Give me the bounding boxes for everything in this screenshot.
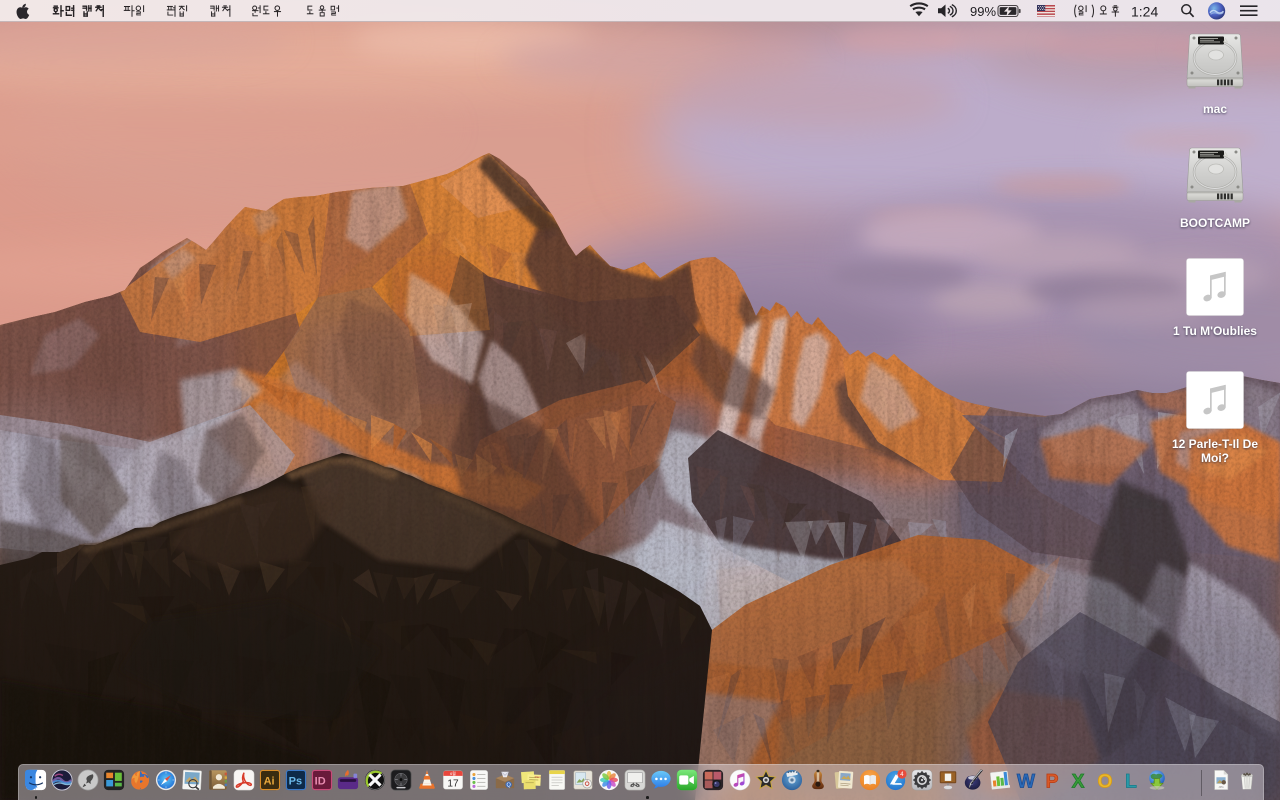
svg-text:99%: 99%: [970, 4, 996, 19]
svg-text:ID: ID: [315, 775, 326, 787]
svg-text:17: 17: [447, 778, 459, 789]
svg-text:6월: 6월: [450, 771, 456, 776]
svg-text:Ps: Ps: [289, 775, 302, 787]
svg-text:JPG: JPG: [1218, 785, 1223, 789]
svg-text:L: L: [1125, 771, 1137, 791]
svg-text:Ai: Ai: [264, 775, 275, 787]
svg-text:Q: Q: [506, 782, 511, 788]
svg-text:O: O: [1097, 771, 1112, 791]
svg-text:X: X: [1072, 771, 1085, 791]
svg-text:P: P: [1046, 771, 1059, 791]
svg-text:W: W: [1017, 771, 1036, 791]
svg-text:Plan: Plan: [535, 775, 541, 779]
svg-text:1:24: 1:24: [1131, 4, 1158, 20]
